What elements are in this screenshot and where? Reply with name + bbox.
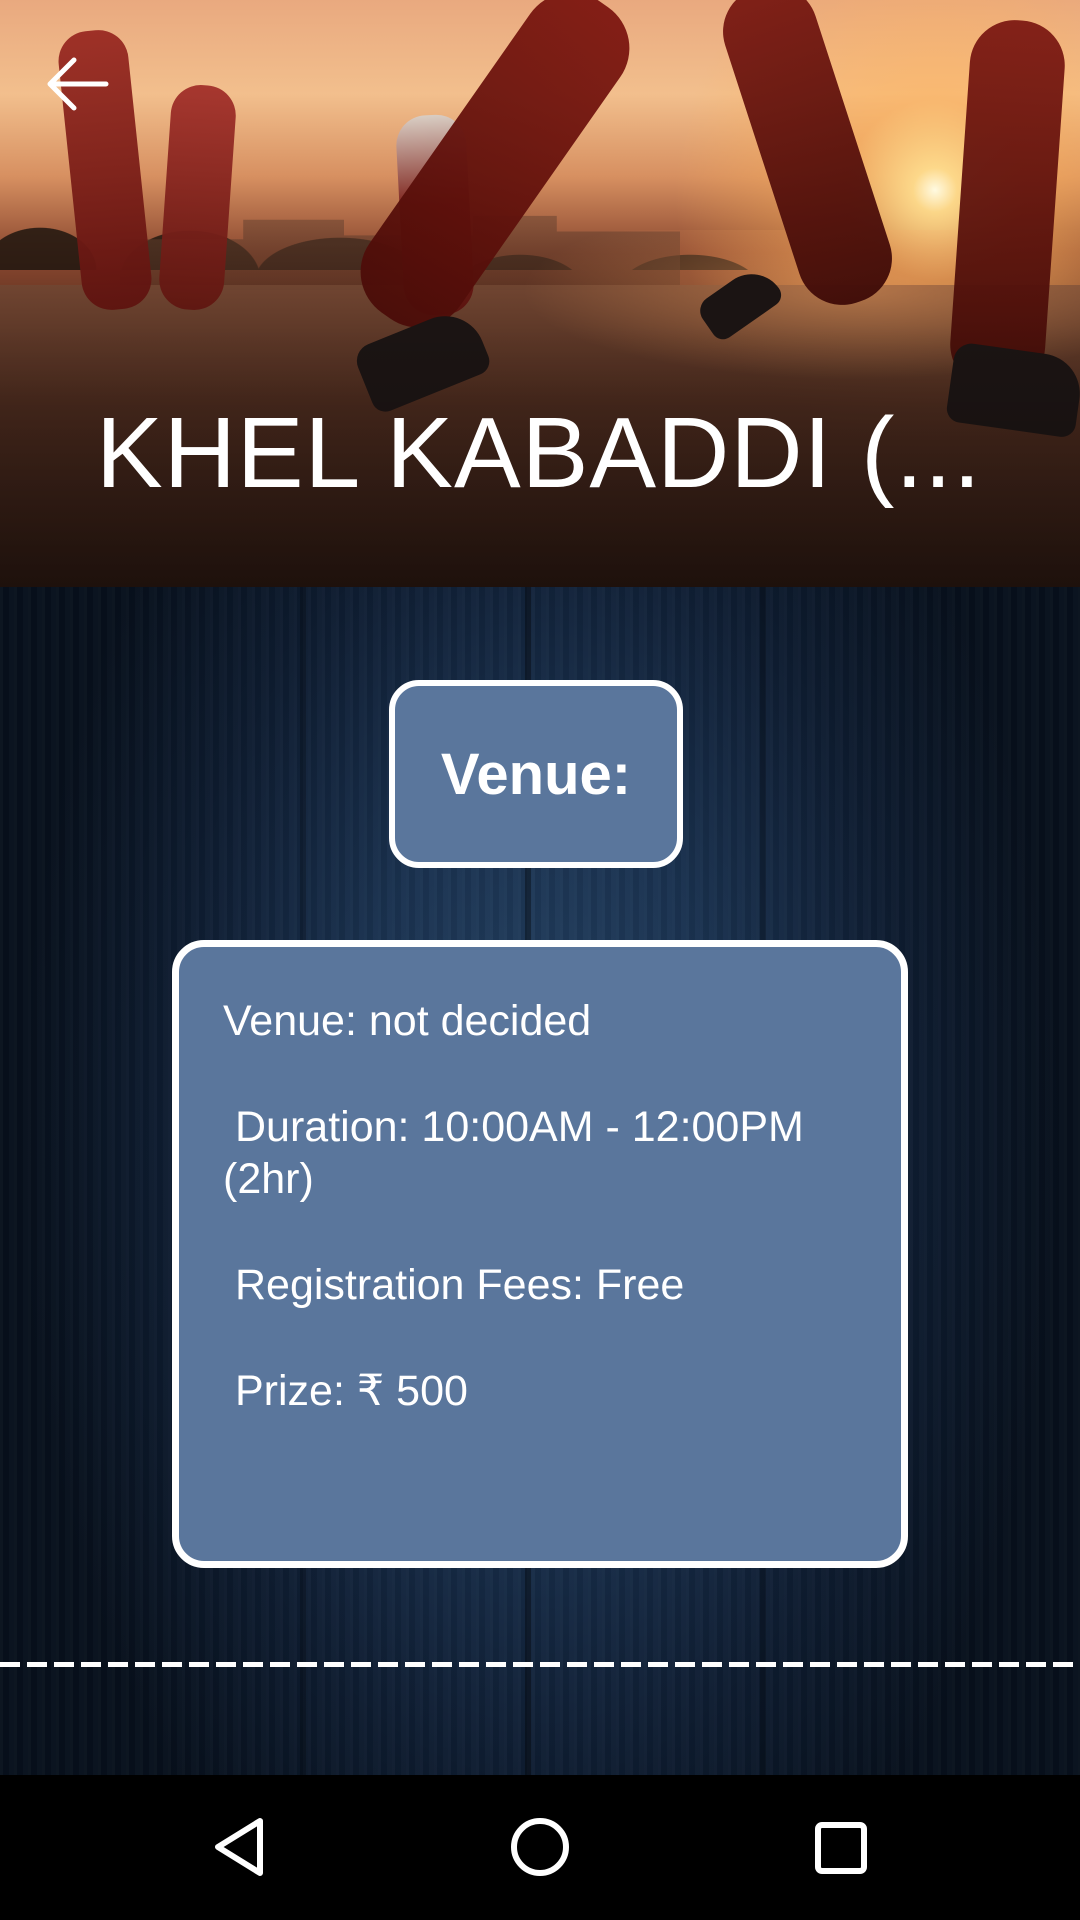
nav-back-button[interactable] bbox=[190, 1797, 290, 1897]
prize-detail: Prize: ₹ 500 bbox=[235, 1367, 468, 1415]
system-navigation-bar bbox=[0, 1775, 1080, 1920]
back-button[interactable] bbox=[40, 48, 120, 128]
venue-detail: Venue: not decided bbox=[223, 997, 592, 1045]
event-header-image: KHEL KABADDI (... bbox=[0, 0, 1080, 587]
venue-heading-box: Venue: bbox=[389, 680, 683, 868]
arrow-left-icon bbox=[47, 57, 109, 111]
registration-fees-detail: Registration Fees: Free bbox=[235, 1261, 685, 1309]
event-details-box: Venue: not decided Duration: 10:00AM - 1… bbox=[172, 940, 908, 1568]
square-recents-icon bbox=[815, 1822, 867, 1874]
venue-heading-label: Venue: bbox=[440, 741, 632, 807]
nav-recents-button[interactable] bbox=[790, 1797, 890, 1897]
triangle-back-icon bbox=[215, 1818, 263, 1876]
dashed-divider bbox=[0, 1662, 1080, 1667]
event-title: KHEL KABADDI (... bbox=[96, 398, 982, 508]
duration-detail: Duration: 10:00AM - 12:00PM (2hr) bbox=[223, 1103, 804, 1203]
nav-home-button[interactable] bbox=[490, 1797, 590, 1897]
circle-home-icon bbox=[511, 1818, 569, 1876]
